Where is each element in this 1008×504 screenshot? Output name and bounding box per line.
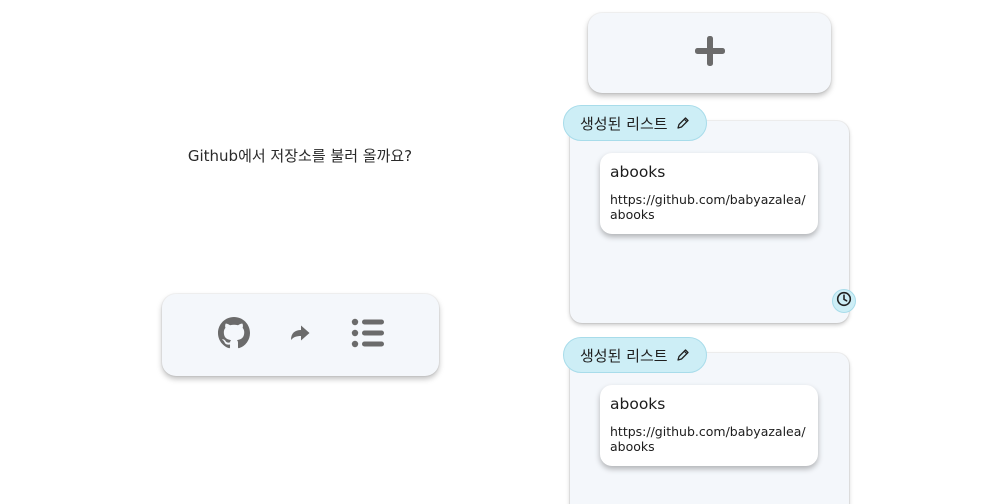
list-view-button[interactable] bbox=[348, 294, 388, 376]
repo-url: https://github.com/babyazalea/abooks bbox=[610, 192, 806, 222]
pencil-icon[interactable] bbox=[676, 116, 690, 130]
list-title-tag: 생성된 리스트 bbox=[563, 337, 707, 373]
list-title: 생성된 리스트 bbox=[580, 114, 668, 133]
repo-name: abooks bbox=[610, 163, 666, 181]
list-panel: 생성된 리스트 abooks https://github.com/babyaz… bbox=[563, 337, 849, 504]
add-list-button[interactable] bbox=[588, 13, 831, 93]
list-title-tag: 생성된 리스트 bbox=[563, 105, 707, 141]
import-prompt-text: Github에서 저장소를 불러 올까요? bbox=[187, 147, 413, 165]
action-bar bbox=[162, 294, 439, 376]
list-title: 생성된 리스트 bbox=[580, 346, 668, 365]
github-import-button[interactable] bbox=[212, 294, 256, 376]
clock-icon bbox=[836, 291, 852, 311]
repo-name: abooks bbox=[610, 395, 666, 413]
redo-arrow-icon bbox=[289, 324, 311, 346]
plus-icon bbox=[694, 36, 725, 70]
pencil-icon[interactable] bbox=[676, 348, 690, 362]
repo-card[interactable]: abooks https://github.com/babyazalea/abo… bbox=[600, 385, 818, 466]
github-icon bbox=[218, 317, 250, 353]
list-panel: 생성된 리스트 abooks https://github.com/babyaz… bbox=[563, 105, 856, 323]
redo-button[interactable] bbox=[282, 294, 318, 376]
history-button[interactable] bbox=[832, 289, 856, 313]
list-icon bbox=[351, 318, 385, 352]
repo-url: https://github.com/babyazalea/abooks bbox=[610, 424, 806, 454]
repo-card[interactable]: abooks https://github.com/babyazalea/abo… bbox=[600, 153, 818, 234]
